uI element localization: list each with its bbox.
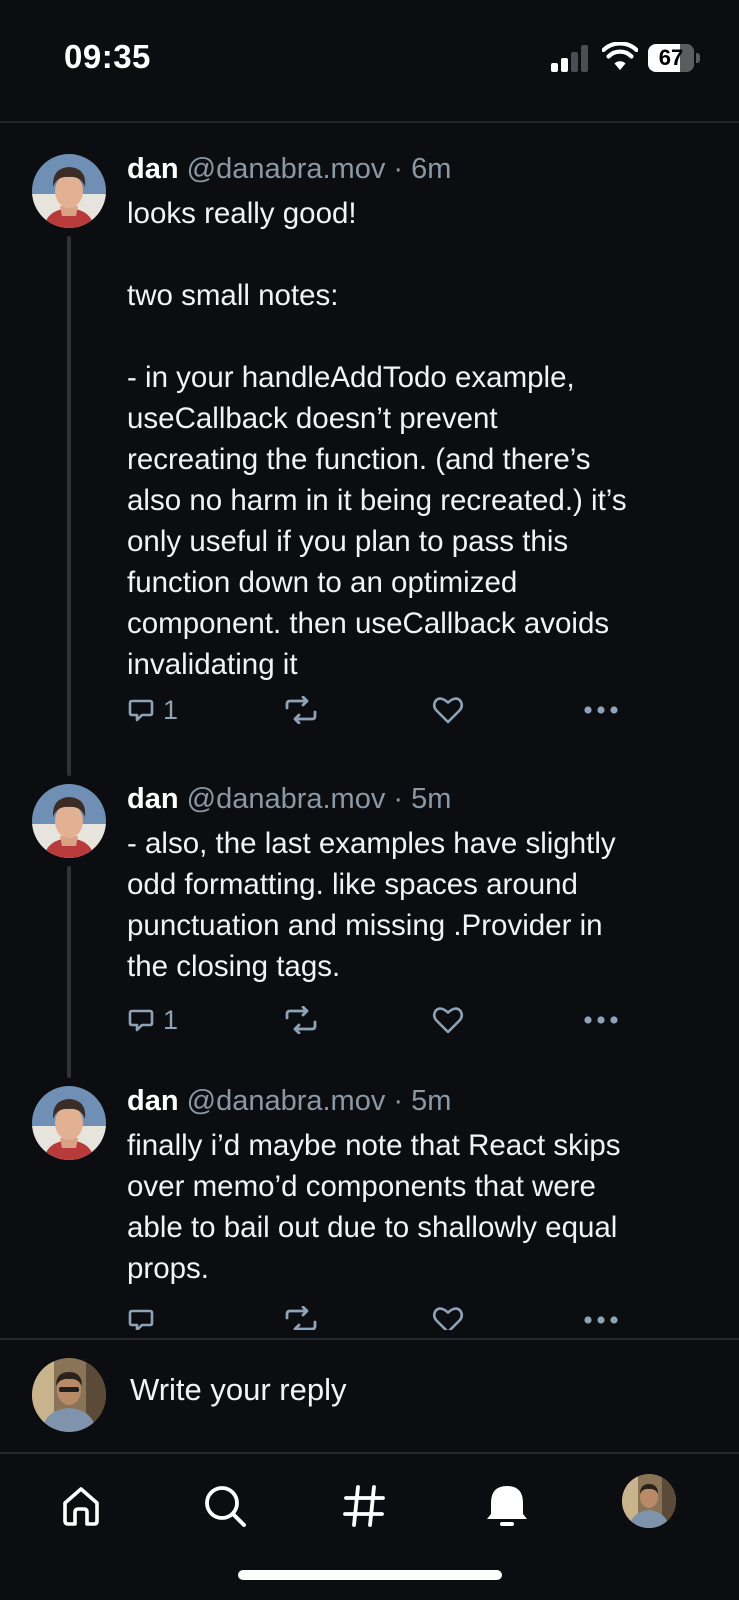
repost-button[interactable]: [282, 1302, 320, 1330]
heart-icon: [432, 697, 464, 724]
top-divider: [0, 121, 739, 123]
status-time: 09:35: [64, 38, 151, 75]
status-bar: 09:35 67: [0, 0, 739, 120]
nav-profile-button[interactable]: [622, 1474, 676, 1528]
nav-notifications-button[interactable]: [477, 1476, 537, 1536]
post-text: - also, the last examples have slightly …: [127, 827, 616, 983]
more-options-button[interactable]: [583, 1002, 619, 1038]
post-header: dan @danabra.mov · 5m: [127, 783, 451, 816]
cellular-signal-icon: [551, 44, 591, 72]
author-handle[interactable]: @danabra.mov: [187, 1085, 386, 1117]
author-name[interactable]: dan: [127, 783, 179, 815]
like-button[interactable]: [432, 1002, 464, 1038]
wifi-icon: [601, 41, 639, 72]
author-handle[interactable]: @danabra.mov: [187, 783, 386, 815]
reply-count: 1: [163, 1004, 179, 1035]
reply-icon: [128, 1009, 154, 1032]
reply-button[interactable]: 1: [127, 692, 178, 728]
nav-feeds-button[interactable]: [334, 1476, 394, 1536]
reply-button[interactable]: [127, 1302, 163, 1330]
post-header: dan @danabra.mov · 6m: [127, 153, 451, 186]
author-name[interactable]: dan: [127, 1085, 179, 1117]
meta-separator: ·: [393, 783, 404, 815]
reply-composer[interactable]: Write your reply: [0, 1340, 739, 1452]
repost-icon: [285, 1306, 317, 1330]
more-icon: [584, 1316, 618, 1324]
avatar[interactable]: [32, 154, 106, 228]
author-handle[interactable]: @danabra.mov: [187, 153, 386, 185]
reply-input[interactable]: Write your reply: [130, 1372, 347, 1408]
reply-count: 1: [163, 694, 179, 725]
post-age: 5m: [411, 1085, 452, 1117]
avatar[interactable]: [32, 784, 106, 858]
reply-icon: [128, 699, 154, 722]
nav-home-button[interactable]: [51, 1476, 111, 1536]
repost-icon: [285, 1006, 317, 1034]
post-text: looks really good! two small notes: - in…: [127, 197, 627, 681]
more-options-button[interactable]: [583, 692, 619, 728]
avatar[interactable]: [32, 1086, 106, 1160]
repost-button[interactable]: [282, 1002, 320, 1038]
notifications-bell-icon: [487, 1486, 527, 1526]
like-button[interactable]: [432, 1302, 464, 1330]
reply-icon: [128, 1309, 154, 1330]
thread-connector-line: [67, 236, 71, 776]
repost-icon: [285, 696, 317, 724]
post-age: 6m: [411, 153, 452, 185]
current-user-avatar: [32, 1358, 106, 1432]
more-icon: [584, 706, 618, 714]
post-age: 5m: [411, 783, 452, 815]
nav-search-button[interactable]: [195, 1476, 255, 1536]
author-name[interactable]: dan: [127, 153, 179, 185]
thread-screen: 09:35 67 dan @danabra.mov · 6m looks rea…: [0, 0, 739, 1600]
home-icon: [63, 1487, 99, 1526]
more-options-button[interactable]: [583, 1302, 619, 1330]
post-header: dan @danabra.mov · 5m: [127, 1085, 451, 1118]
reply-button[interactable]: 1: [127, 1002, 178, 1038]
post-actions: [127, 1302, 627, 1330]
meta-separator: ·: [393, 1085, 404, 1117]
search-icon: [205, 1486, 246, 1527]
battery-icon: 67: [648, 44, 702, 72]
battery-level: 67: [658, 45, 684, 70]
post-actions: 1: [127, 692, 627, 728]
post-text: finally i’d maybe note that React skips …: [127, 1129, 621, 1285]
home-indicator: [238, 1570, 502, 1580]
feeds-hash-icon: [343, 1485, 385, 1527]
post-actions: 1: [127, 1002, 627, 1038]
thread-connector-line: [67, 866, 71, 1078]
like-button[interactable]: [432, 692, 464, 728]
meta-separator: ·: [393, 153, 404, 185]
profile-avatar: [622, 1474, 676, 1528]
heart-icon: [432, 1007, 464, 1034]
repost-button[interactable]: [282, 692, 320, 728]
heart-icon: [432, 1307, 464, 1330]
more-icon: [584, 1016, 618, 1024]
